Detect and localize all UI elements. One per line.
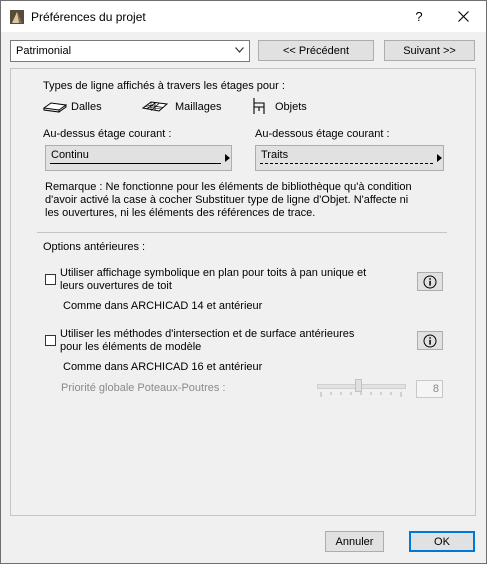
column-beam-priority-label: Priorité globale Poteaux-Poutres : — [61, 382, 226, 394]
ok-button[interactable]: OK — [409, 531, 475, 552]
category-dropdown-value: Patrimonial — [16, 45, 72, 57]
roof-symbolic-display-checkbox[interactable] — [45, 274, 56, 285]
priority-value-field[interactable]: 8 — [416, 380, 443, 398]
below-story-label: Au-dessous étage courant : — [255, 128, 390, 140]
mesh-label: Maillages — [175, 101, 222, 113]
chevron-right-icon — [437, 154, 442, 162]
linetypes-heading: Types de ligne affichés à travers les ét… — [43, 80, 285, 92]
chevron-right-icon — [225, 154, 230, 162]
info-icon — [423, 275, 437, 288]
preferences-dialog: Préférences du projet ? Patrimonial << P… — [0, 0, 487, 564]
above-linetype-name: Continu — [51, 149, 89, 161]
legacy-intersection-checkbox[interactable] — [45, 335, 56, 346]
intersection-option-line-2: pour les éléments de modèle — [60, 341, 202, 353]
below-story-linetype-selector[interactable]: Traits — [255, 145, 444, 171]
info-icon — [423, 334, 437, 347]
help-button[interactable]: ? — [397, 1, 441, 32]
cancel-button[interactable]: Annuler — [325, 531, 384, 552]
dashed-line-preview — [260, 163, 433, 164]
above-story-label: Au-dessus étage courant : — [43, 128, 172, 140]
object-label: Objets — [275, 101, 307, 113]
section-divider — [37, 232, 447, 233]
roof-option-line-2: leurs ouvertures de toit — [60, 280, 172, 292]
settings-panel: Types de ligne affichés à travers les ét… — [10, 68, 476, 516]
slab-label: Dalles — [71, 101, 102, 113]
slider-ticks — [320, 392, 402, 397]
below-linetype-name: Traits — [261, 149, 289, 161]
mesh-icon — [142, 101, 168, 112]
roof-option-line-1: Utiliser affichage symbolique en plan po… — [60, 267, 367, 279]
intersection-option-line-1: Utiliser les méthodes d'intersection et … — [60, 328, 355, 340]
note-line-3: les ouvertures, ni les éléments des réfé… — [45, 207, 316, 219]
note-line-1: Remarque : Ne fonctionne pour les élémen… — [45, 181, 412, 193]
dialog-title: Préférences du projet — [31, 10, 146, 24]
roof-option-info-button[interactable] — [417, 272, 443, 291]
above-story-linetype-selector[interactable]: Continu — [45, 145, 232, 171]
intersection-option-note: Comme dans ARCHICAD 16 et antérieur — [63, 361, 263, 373]
archicad-app-icon — [10, 10, 24, 24]
note-line-2: d'avoir activé la case à cocher Substitu… — [45, 194, 409, 206]
solid-line-preview — [50, 163, 221, 164]
legacy-options-heading: Options antérieures : — [43, 241, 146, 253]
category-dropdown[interactable]: Patrimonial — [10, 40, 250, 62]
title-bar: Préférences du projet ? — [1, 1, 486, 32]
previous-button[interactable]: << Précédent — [258, 40, 374, 61]
object-chair-icon — [253, 98, 265, 114]
priority-slider-thumb[interactable] — [355, 379, 362, 392]
slab-icon — [43, 102, 67, 113]
close-button[interactable] — [441, 1, 485, 32]
close-icon — [457, 11, 469, 22]
chevron-down-icon — [235, 47, 244, 53]
roof-option-note: Comme dans ARCHICAD 14 et antérieur — [63, 300, 263, 312]
next-button[interactable]: Suivant >> — [384, 40, 475, 61]
intersection-option-info-button[interactable] — [417, 331, 443, 350]
